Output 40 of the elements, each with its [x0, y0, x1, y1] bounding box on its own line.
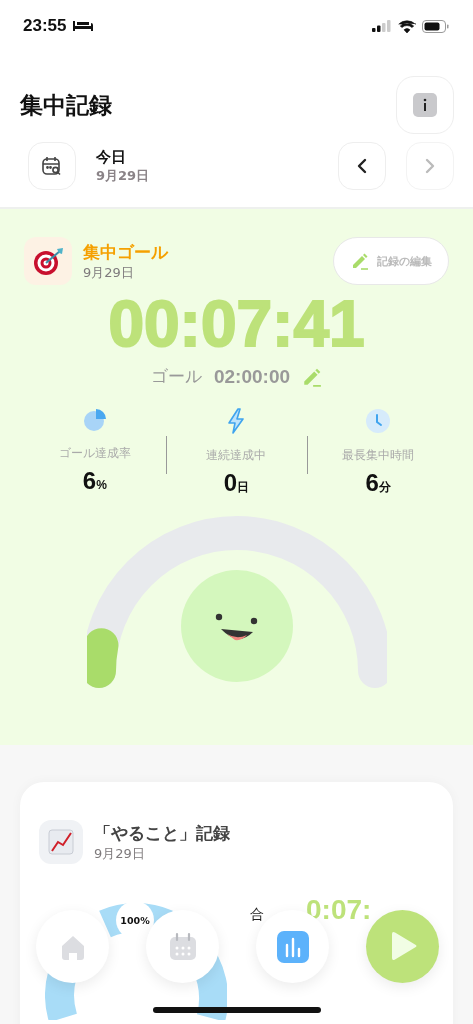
stat-value: 6%: [82, 467, 107, 496]
stat-label: 連続達成中: [206, 448, 267, 464]
status-time: 23:55: [23, 16, 67, 36]
total-time: 0:07:: [306, 894, 372, 926]
pencil-icon[interactable]: [302, 366, 323, 387]
section-date: 9月29日: [83, 263, 135, 282]
signal-icon: [372, 20, 392, 32]
stat-value: 6分: [365, 469, 391, 498]
edit-record-button[interactable]: 記録の編集: [333, 237, 449, 285]
wifi-icon: [398, 19, 416, 33]
clock-icon: [365, 408, 392, 435]
elapsed-time: 00:07:41: [107, 289, 366, 360]
stat-label: 最長集中時間: [342, 448, 415, 464]
pencil-icon: [350, 252, 369, 270]
info-button[interactable]: [396, 76, 454, 134]
calendar-search-button[interactable]: [28, 142, 76, 190]
chevron-left-icon: [356, 158, 368, 174]
section-date: 9月29日: [94, 844, 146, 863]
info-icon: [413, 93, 437, 117]
goal-time: 02:00:00: [213, 365, 291, 388]
calendar-icon: [167, 931, 198, 962]
previous-button[interactable]: [338, 142, 386, 190]
page-title: 集中記録: [20, 90, 112, 120]
target-icon: [24, 237, 72, 285]
pie-chart-icon: [82, 408, 107, 433]
stat-label: ゴール達成率: [58, 446, 131, 462]
chart-increasing-icon: [39, 820, 83, 864]
date-text: 9月29日: [96, 166, 151, 185]
chevron-right-icon: [424, 158, 436, 174]
goal-label: ゴール: [150, 365, 202, 389]
section-title: 「やること」記録: [94, 821, 231, 845]
stat-value: 0日: [223, 469, 250, 498]
section-title: 集中ゴール: [83, 240, 170, 264]
bed-icon: [72, 20, 95, 32]
lightning-icon: [226, 408, 247, 435]
battery-icon: [422, 19, 449, 33]
calendar-search-icon: [41, 155, 63, 177]
date-label: 今日: [96, 147, 127, 167]
total-label: 合: [250, 906, 264, 924]
bar-chart-icon: [276, 930, 309, 963]
